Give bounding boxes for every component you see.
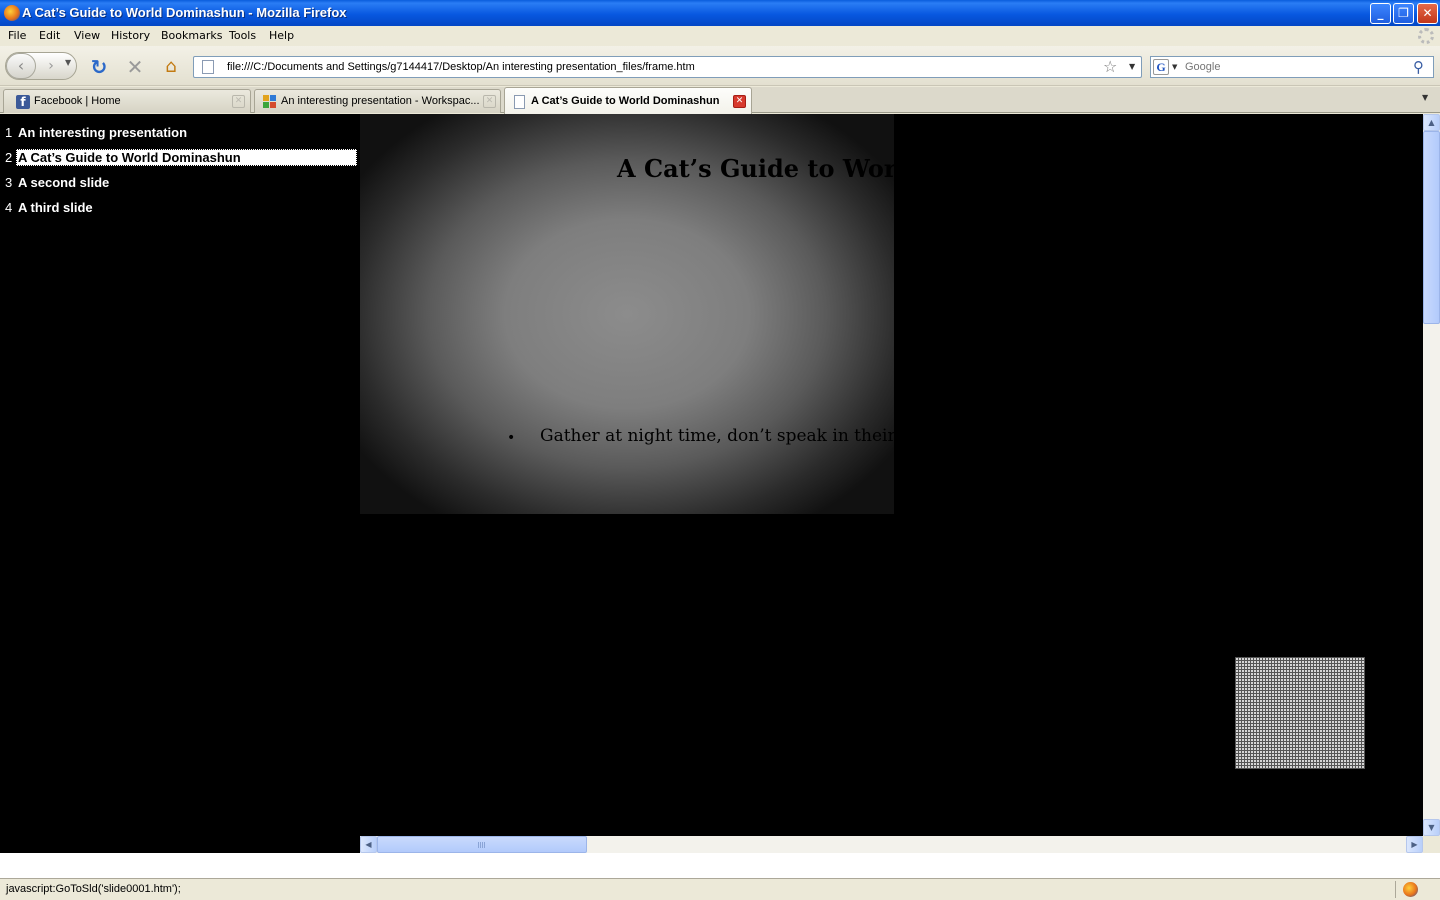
tab-close-icon[interactable]: ✕ xyxy=(232,95,245,108)
url-dropdown-icon[interactable]: ▼ xyxy=(1129,62,1135,71)
slide-bullet-text: Gather at night time, don’t speak in the… xyxy=(540,426,894,446)
page-icon xyxy=(514,95,525,109)
outline-number: 3 xyxy=(5,175,13,190)
search-engine-dropdown-icon[interactable]: ▼ xyxy=(1172,63,1177,71)
tab-cats-guide[interactable]: A Cat’s Guide to World Dominashun ✕ xyxy=(504,87,752,114)
slide-outline-pane: 1 An interesting presentation 2 A Cat’s … xyxy=(0,114,360,853)
tab-close-icon[interactable]: ✕ xyxy=(733,95,746,108)
tab-label: Facebook | Home xyxy=(34,95,121,107)
tab-facebook[interactable]: f Facebook | Home ✕ xyxy=(3,89,251,113)
menu-bar: File Edit View History Bookmarks Tools H… xyxy=(0,26,1440,46)
minimize-button[interactable]: _ xyxy=(1370,3,1391,24)
history-dropdown-icon[interactable]: ▼ xyxy=(65,58,71,67)
page-footer-area xyxy=(0,853,1440,878)
menu-history[interactable]: History xyxy=(111,29,150,42)
bullet-icon: • xyxy=(507,430,516,446)
vertical-scrollbar[interactable]: ▲ ▼ xyxy=(1423,114,1440,836)
scroll-left-button[interactable]: ◀ xyxy=(360,836,377,853)
tab-bar: f Facebook | Home ✕ An interesting prese… xyxy=(0,87,1440,114)
navigation-toolbar: ‹ › ▼ ↻ ✕ ⌂ file:///C:/Documents and Set… xyxy=(0,46,1440,86)
search-bar: G ▼ ⚲ xyxy=(1150,56,1434,78)
facebook-icon: f xyxy=(16,95,30,109)
url-text[interactable]: file:///C:/Documents and Settings/g71444… xyxy=(227,61,695,73)
outline-number: 4 xyxy=(5,200,13,215)
outline-title[interactable]: An interesting presentation xyxy=(16,124,189,141)
google-icon[interactable]: G xyxy=(1153,59,1169,75)
slide-title: A Cat’s Guide to World Dominashun xyxy=(617,154,894,183)
tab-workspace[interactable]: An interesting presentation - Workspac..… xyxy=(254,89,501,113)
menu-bookmarks[interactable]: Bookmarks xyxy=(161,29,222,42)
scrollbar-corner xyxy=(1423,836,1440,853)
outline-title[interactable]: A Cat’s Guide to World Dominashun xyxy=(16,149,357,166)
scroll-grip-icon xyxy=(478,842,486,848)
slide-navigation-control[interactable] xyxy=(1235,657,1365,769)
maximize-button[interactable]: ❐ xyxy=(1393,3,1414,24)
page-content: 1 An interesting presentation 2 A Cat’s … xyxy=(0,114,1440,853)
scroll-up-button[interactable]: ▲ xyxy=(1423,114,1440,131)
menu-edit[interactable]: Edit xyxy=(39,29,60,42)
outline-item[interactable]: 1 An interesting presentation xyxy=(0,124,360,142)
status-text: javascript:GoToSld('slide0001.htm'); xyxy=(6,883,181,895)
reload-button[interactable]: ↻ xyxy=(88,56,110,78)
menu-view[interactable]: View xyxy=(74,29,100,42)
address-bar[interactable]: file:///C:/Documents and Settings/g71444… xyxy=(193,56,1142,78)
slide-view: A Cat’s Guide to World Dominashun • Gath… xyxy=(360,114,894,514)
bookmark-star-icon[interactable]: ☆ xyxy=(1103,57,1117,76)
back-button[interactable]: ‹ xyxy=(6,53,36,79)
tab-label: An interesting presentation - Workspac..… xyxy=(281,95,480,107)
status-divider xyxy=(1395,881,1396,898)
horizontal-scrollbar[interactable]: ◀ ▶ xyxy=(360,836,1423,853)
scroll-down-button[interactable]: ▼ xyxy=(1423,819,1440,836)
outline-item-selected[interactable]: 2 A Cat’s Guide to World Dominashun xyxy=(0,149,360,167)
outline-number: 2 xyxy=(5,150,13,165)
menu-file[interactable]: File xyxy=(8,29,26,42)
tab-label: A Cat’s Guide to World Dominashun xyxy=(531,95,720,107)
window-title: A Cat’s Guide to World Dominashun - Mozi… xyxy=(22,5,347,20)
throbber-icon xyxy=(1418,28,1434,44)
stop-button[interactable]: ✕ xyxy=(124,56,146,78)
back-forward-group: ‹ › ▼ xyxy=(5,52,77,80)
outline-item[interactable]: 3 A second slide xyxy=(0,174,360,192)
outline-item[interactable]: 4 A third slide xyxy=(0,199,360,217)
search-input[interactable] xyxy=(1185,59,1405,75)
vertical-scroll-thumb[interactable] xyxy=(1423,131,1440,324)
outline-number: 1 xyxy=(5,125,13,140)
forward-button[interactable]: › xyxy=(39,56,63,76)
page-icon xyxy=(202,60,214,74)
home-button[interactable]: ⌂ xyxy=(160,56,182,78)
scroll-right-button[interactable]: ▶ xyxy=(1406,836,1423,853)
status-bar: javascript:GoToSld('slide0001.htm'); xyxy=(0,878,1440,900)
outline-title[interactable]: A third slide xyxy=(16,199,95,216)
menu-help[interactable]: Help xyxy=(269,29,294,42)
firefox-icon xyxy=(4,5,20,21)
workspace-icon xyxy=(263,95,277,109)
close-window-button[interactable]: ✕ xyxy=(1417,3,1438,24)
horizontal-scroll-thumb[interactable] xyxy=(377,836,587,853)
tab-close-icon[interactable]: ✕ xyxy=(483,95,496,108)
search-icon[interactable]: ⚲ xyxy=(1413,58,1424,76)
menu-tools[interactable]: Tools xyxy=(229,29,256,42)
window-title-bar[interactable]: A Cat’s Guide to World Dominashun - Mozi… xyxy=(0,0,1440,26)
firefox-status-icon[interactable] xyxy=(1403,882,1418,897)
outline-title[interactable]: A second slide xyxy=(16,174,111,191)
tab-list-dropdown-icon[interactable]: ▼ xyxy=(1422,93,1428,102)
